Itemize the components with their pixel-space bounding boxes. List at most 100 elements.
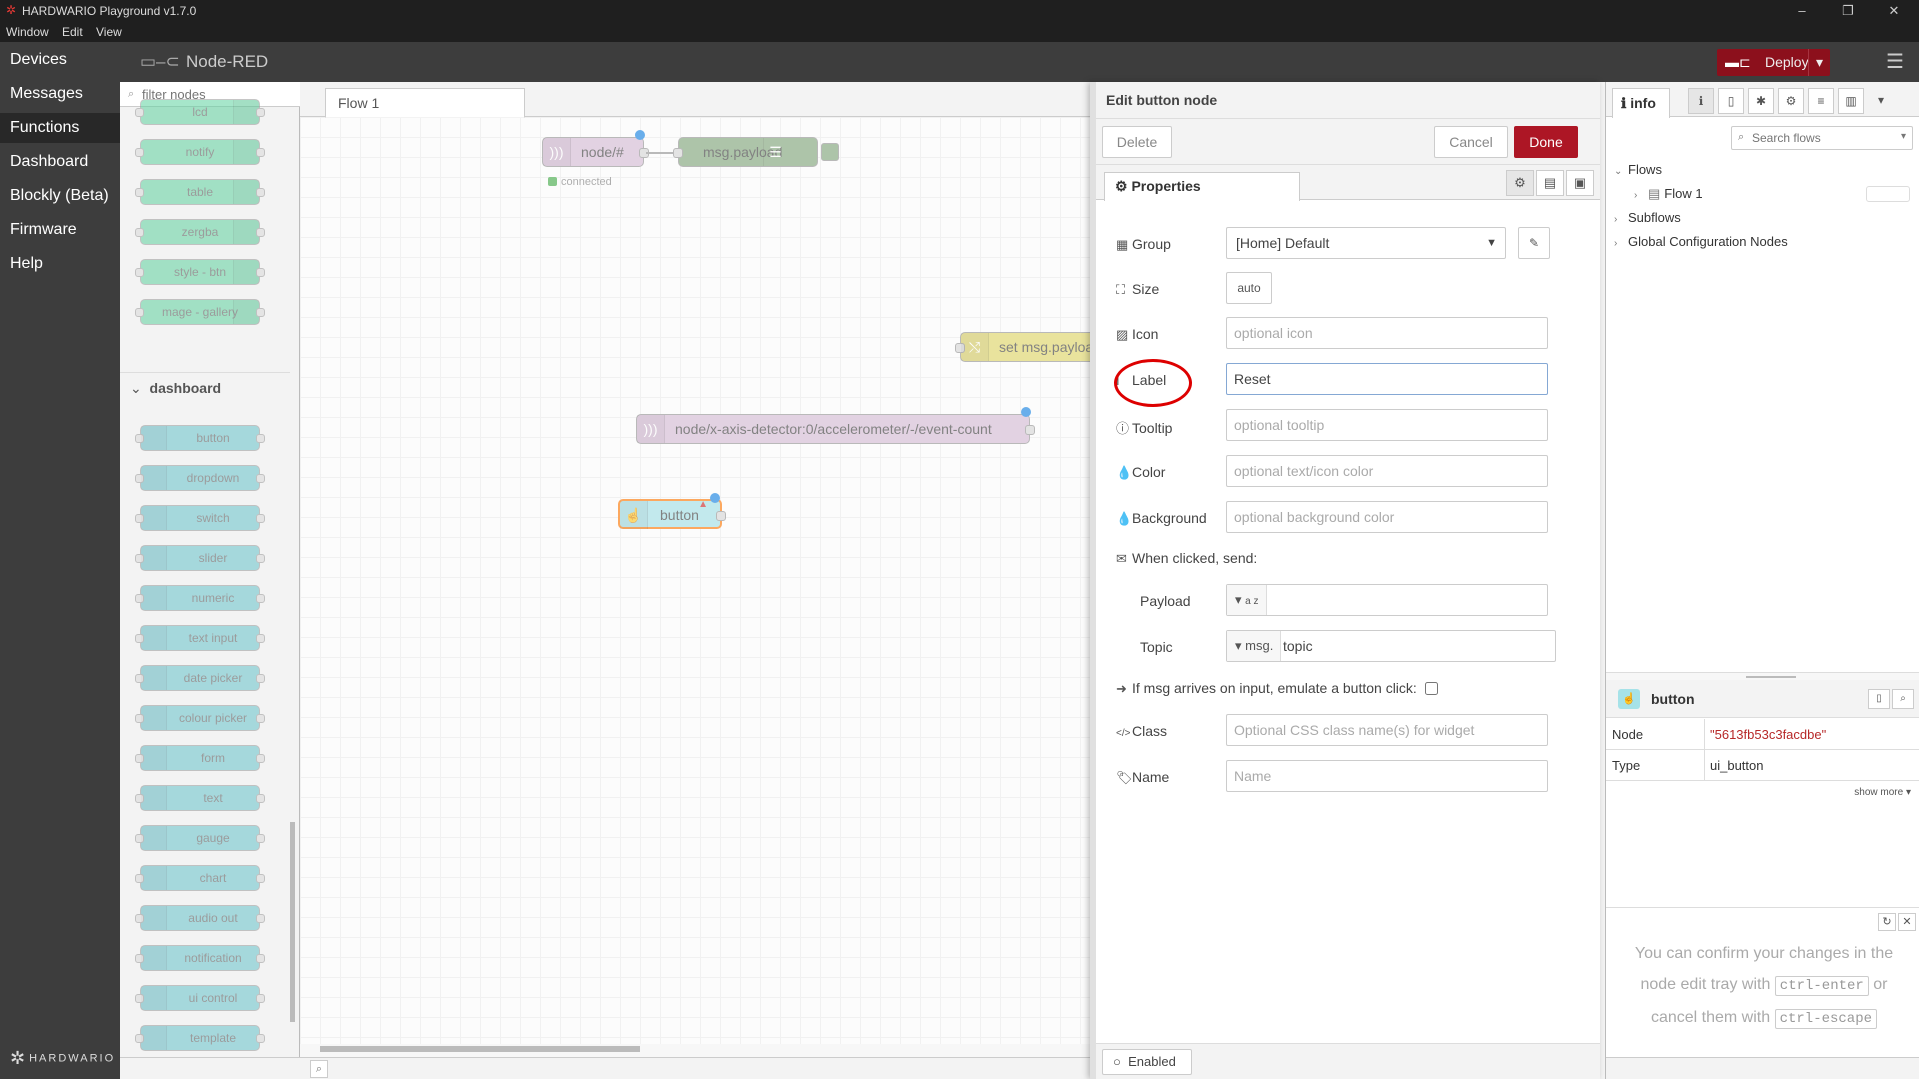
group-select[interactable]: [Home] Default ▼ bbox=[1226, 227, 1506, 259]
workspace-scroll-thumb[interactable] bbox=[320, 1046, 640, 1052]
main-menu-icon[interactable]: ☰ bbox=[1880, 49, 1910, 76]
input-port[interactable] bbox=[673, 148, 683, 158]
search-icon[interactable]: ⌕ bbox=[1892, 689, 1914, 709]
flow-canvas[interactable]: ))) node/# connected msg.payload ☰ ⤭ set… bbox=[300, 117, 1110, 1044]
menu-edit[interactable]: Edit bbox=[62, 25, 83, 39]
sidebar-splitter[interactable] bbox=[1606, 672, 1919, 680]
palette-node-notification[interactable]: notification bbox=[135, 945, 265, 971]
palette-node-template[interactable]: template bbox=[135, 1025, 265, 1051]
tab-flow-1[interactable]: Flow 1 bbox=[325, 88, 525, 118]
bug-icon[interactable]: ✱ bbox=[1748, 88, 1774, 114]
output-port[interactable] bbox=[716, 511, 726, 521]
palette-node-button[interactable]: button bbox=[135, 425, 265, 451]
palette-node-text[interactable]: text bbox=[135, 785, 265, 811]
topic-input[interactable] bbox=[1283, 632, 1549, 660]
class-input[interactable] bbox=[1226, 714, 1548, 746]
name-input[interactable] bbox=[1226, 760, 1548, 792]
cancel-button[interactable]: Cancel bbox=[1434, 126, 1508, 158]
palette-node[interactable]: mage - gallery bbox=[135, 299, 265, 325]
palette-node-date-picker[interactable]: date picker bbox=[135, 665, 265, 691]
palette-node[interactable]: style - btn bbox=[135, 259, 265, 285]
flow-node-mqtt-in[interactable]: ))) node/# bbox=[542, 130, 649, 167]
deploy-button[interactable]: ▬⊏ Deploy ▾ bbox=[1717, 49, 1830, 76]
search-flow-icon[interactable]: ⌕ bbox=[310, 1060, 328, 1078]
emulate-checkbox[interactable] bbox=[1425, 682, 1438, 695]
bar-chart-icon[interactable]: ▥ bbox=[1838, 88, 1864, 114]
info-tab-icon[interactable]: ℹ bbox=[1688, 88, 1714, 114]
payload-input[interactable] bbox=[1271, 586, 1541, 614]
tab-properties[interactable]: ⚙ Properties bbox=[1104, 172, 1300, 201]
tree-flow-1[interactable]: › ▤ Flow 1 bbox=[1634, 186, 1703, 202]
workspace-scrollbar[interactable] bbox=[320, 1044, 940, 1054]
chevron-down-icon[interactable]: ▾ bbox=[1901, 131, 1906, 142]
nav-dashboard[interactable]: Dashboard bbox=[0, 147, 120, 177]
maximize-button[interactable]: ❐ bbox=[1828, 2, 1868, 20]
palette-node[interactable]: notify bbox=[135, 139, 265, 165]
flow-node-debug[interactable]: msg.payload ☰ bbox=[673, 137, 839, 167]
palette-node-numeric[interactable]: numeric bbox=[135, 585, 265, 611]
menu-view[interactable]: View bbox=[96, 25, 122, 39]
edit-group-button[interactable]: ✎ bbox=[1518, 227, 1550, 259]
palette-scroll-thumb[interactable] bbox=[290, 822, 295, 1022]
nav-blockly[interactable]: Blockly (Beta) bbox=[0, 181, 120, 211]
database-icon[interactable]: ≡ bbox=[1808, 88, 1834, 114]
delete-button[interactable]: Delete bbox=[1102, 126, 1172, 158]
debug-toggle-button[interactable] bbox=[821, 143, 839, 161]
tooltip-input[interactable] bbox=[1226, 409, 1548, 441]
palette-node-audio-out[interactable]: audio out bbox=[135, 905, 265, 931]
payload-type-select[interactable]: ▾ a z bbox=[1227, 585, 1267, 615]
palette-node-colour-picker[interactable]: colour picker bbox=[135, 705, 265, 731]
nav-firmware[interactable]: Firmware bbox=[0, 215, 120, 245]
nav-messages[interactable]: Messages bbox=[0, 79, 120, 109]
palette-node-gauge[interactable]: gauge bbox=[135, 825, 265, 851]
palette-node[interactable]: lcd bbox=[135, 99, 265, 125]
palette-node-text-input[interactable]: text input bbox=[135, 625, 265, 651]
icon-input[interactable] bbox=[1226, 317, 1548, 349]
appearance-tab-icon[interactable]: ▣ bbox=[1566, 170, 1594, 196]
tree-subflows[interactable]: › Subflows bbox=[1614, 210, 1681, 225]
menu-window[interactable]: Window bbox=[6, 25, 49, 39]
gear-icon[interactable]: ⚙ bbox=[1778, 88, 1804, 114]
minimize-button[interactable]: – bbox=[1782, 2, 1822, 20]
refresh-icon[interactable]: ↻ bbox=[1878, 913, 1896, 931]
splitter-grip[interactable] bbox=[1746, 676, 1796, 678]
chevron-down-icon[interactable]: ▾ bbox=[1868, 88, 1894, 114]
search-flows-input[interactable] bbox=[1752, 129, 1892, 147]
palette-node[interactable]: zergba bbox=[135, 219, 265, 245]
output-port[interactable] bbox=[1025, 425, 1035, 435]
close-icon[interactable]: ✕ bbox=[1898, 913, 1916, 931]
deploy-caret-icon[interactable]: ▾ bbox=[1808, 49, 1830, 76]
palette-scrollbar[interactable] bbox=[286, 112, 296, 1047]
palette-node-ui-control[interactable]: ui control bbox=[135, 985, 265, 1011]
palette-node-slider[interactable]: slider bbox=[135, 545, 265, 571]
palette-node[interactable]: table bbox=[135, 179, 265, 205]
flow-toggle[interactable] bbox=[1866, 186, 1910, 202]
palette-category-dashboard[interactable]: ⌄ dashboard bbox=[120, 372, 290, 402]
nav-functions[interactable]: Functions bbox=[0, 113, 120, 143]
topic-type-select[interactable]: ▾ msg. bbox=[1227, 631, 1281, 661]
close-window-button[interactable]: ✕ bbox=[1874, 2, 1914, 20]
done-button[interactable]: Done bbox=[1514, 126, 1578, 158]
color-input[interactable] bbox=[1226, 455, 1548, 487]
flow-node-button[interactable]: ☝ button ▲ bbox=[618, 493, 726, 529]
book-icon[interactable]: ▯ bbox=[1718, 88, 1744, 114]
background-input[interactable] bbox=[1226, 501, 1548, 533]
palette-node-switch[interactable]: switch bbox=[135, 505, 265, 531]
palette-node-form[interactable]: form bbox=[135, 745, 265, 771]
palette-node-dropdown[interactable]: dropdown bbox=[135, 465, 265, 491]
flow-node-change[interactable]: ⤭ set msg.payloa bbox=[955, 332, 1110, 362]
nav-devices[interactable]: Devices bbox=[0, 45, 120, 75]
description-tab-icon[interactable]: ▤ bbox=[1536, 170, 1564, 196]
enabled-toggle-button[interactable]: ○ Enabled bbox=[1102, 1049, 1192, 1075]
flow-node-mqtt-detector[interactable]: ))) node/x-axis-detector:0/accelerometer… bbox=[636, 407, 1035, 444]
label-input[interactable] bbox=[1226, 363, 1548, 395]
tree-flows[interactable]: ⌄ Flows bbox=[1614, 162, 1662, 177]
nav-help[interactable]: Help bbox=[0, 249, 120, 279]
size-button[interactable]: auto bbox=[1226, 272, 1272, 304]
settings-tab-icon[interactable]: ⚙ bbox=[1506, 170, 1534, 196]
copy-icon[interactable]: ▯ bbox=[1868, 689, 1890, 709]
tab-info[interactable]: ℹ info bbox=[1612, 88, 1670, 118]
palette-node-chart[interactable]: chart bbox=[135, 865, 265, 891]
tree-global-config[interactable]: › Global Configuration Nodes bbox=[1614, 234, 1788, 249]
show-more-link[interactable]: show more ▾ bbox=[1854, 787, 1911, 798]
